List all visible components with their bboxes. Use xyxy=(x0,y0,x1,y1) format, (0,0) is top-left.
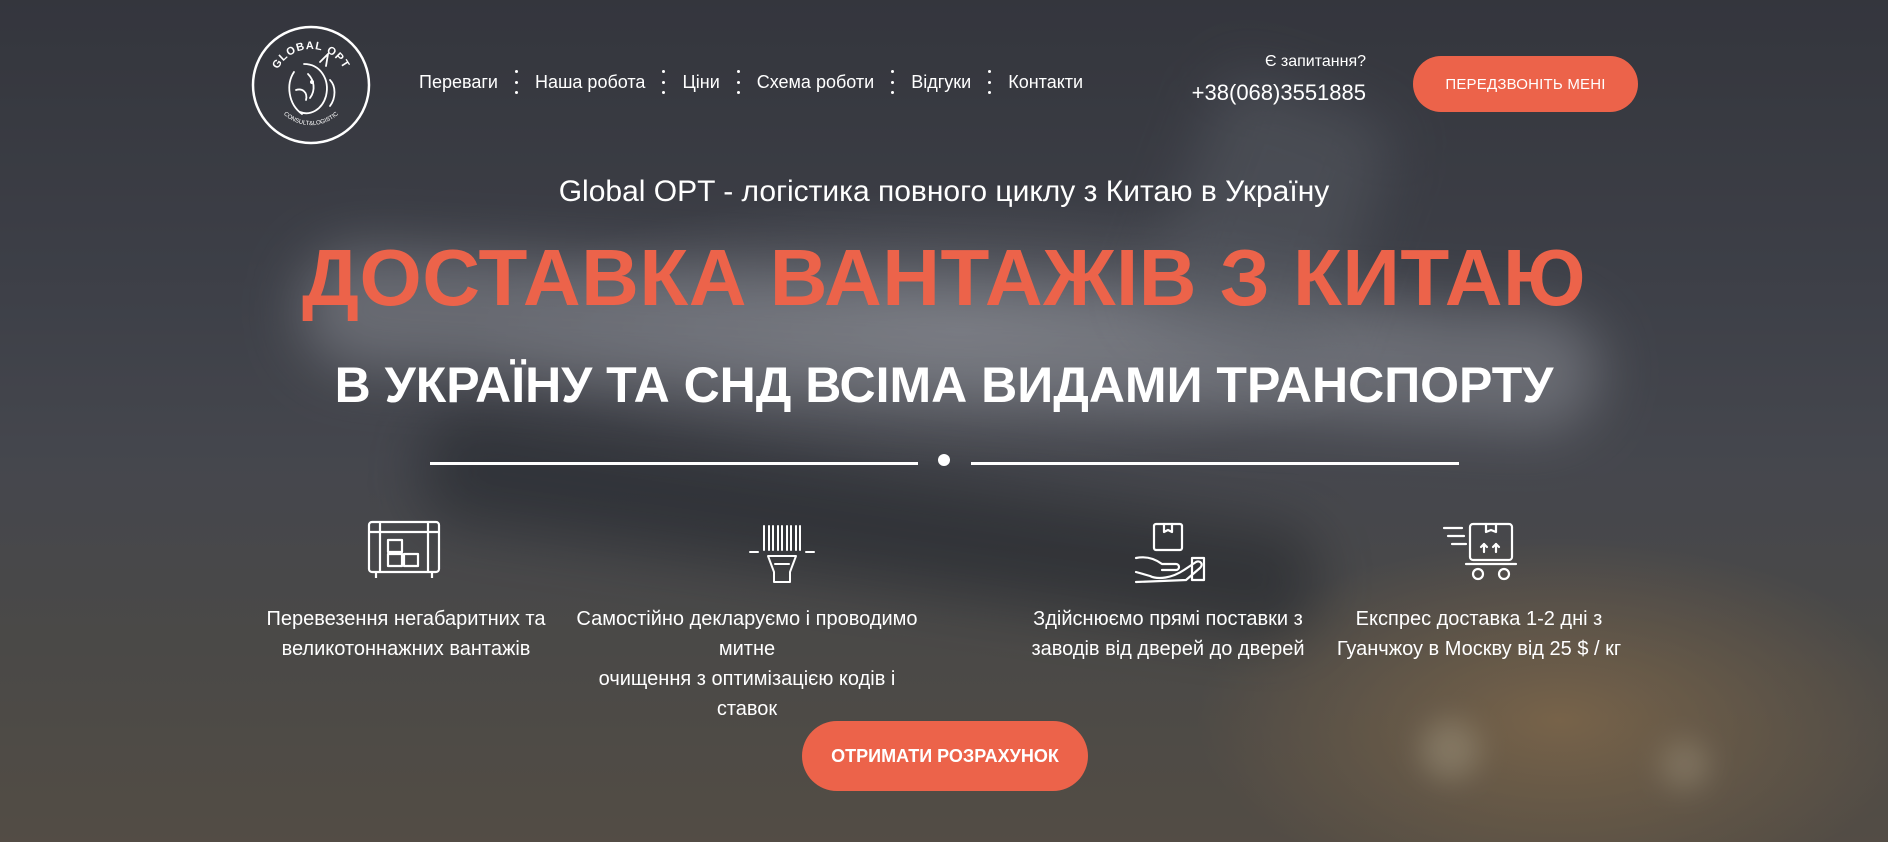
nav-item-our-work[interactable]: Наша робота xyxy=(535,72,645,93)
nav-separator xyxy=(891,70,895,94)
feature-text-line: Експрес доставка 1-2 дні з xyxy=(1355,608,1603,630)
divider-line-left xyxy=(430,462,918,465)
feature-text-line: Здійснюємо прямі поставки з xyxy=(1033,608,1303,630)
divider-line-right xyxy=(971,462,1459,465)
oversized-cargo-icon xyxy=(367,520,441,578)
feature-text-line: очищення з оптимізацією кодів і ставок xyxy=(598,668,896,720)
nav-item-prices[interactable]: Ціни xyxy=(682,72,719,93)
barcode-scanner-icon xyxy=(749,525,815,583)
nav-separator xyxy=(736,70,740,94)
phone-number[interactable]: +38(068)3551885 xyxy=(1192,80,1366,106)
nav-separator xyxy=(988,70,992,94)
feature-text-line: великотоннажних вантажів xyxy=(281,638,531,660)
nav-item-contacts[interactable]: Контакти xyxy=(1008,72,1083,93)
hero-title: ДОСТАВКА ВАНТАЖІВ З КИТАЮ xyxy=(302,233,1586,322)
nav-item-workflow[interactable]: Схема роботи xyxy=(757,72,874,93)
question-label: Є запитання? xyxy=(1264,53,1366,70)
feature-oversized-cargo: Перевезення негабаритних та великотоннаж… xyxy=(241,604,571,664)
global-opt-logo[interactable]: GLOBAL OPT CONSULT&LOGISTIC xyxy=(250,24,372,146)
feature-customs: Самостійно декларуємо і проводимо митне … xyxy=(567,604,927,724)
svg-text:GLOBAL OPT: GLOBAL OPT xyxy=(270,40,352,71)
nav-item-advantages[interactable]: Переваги xyxy=(419,72,498,93)
hand-box-icon xyxy=(1134,522,1206,584)
divider-dot xyxy=(938,454,950,466)
feature-text-line: Самостійно декларуємо і проводимо митне xyxy=(576,608,918,660)
nav-separator xyxy=(514,70,518,94)
feature-express-delivery: Експрес доставка 1-2 дні з Гуанчжоу в Мо… xyxy=(1314,604,1644,664)
main-nav: Переваги Наша робота Ціни Схема роботи В… xyxy=(419,70,1083,94)
nav-item-reviews[interactable]: Відгуки xyxy=(911,72,971,93)
logo-text-top: GLOBAL OPT xyxy=(270,40,351,71)
get-quote-button[interactable]: ОТРИМАТИ РОЗРАХУНОК xyxy=(802,721,1088,791)
express-delivery-icon xyxy=(1442,522,1518,581)
feature-text-line: Перевезення негабаритних та xyxy=(266,608,546,630)
nav-separator xyxy=(662,70,666,94)
feature-text-line: заводів від дверей до дверей xyxy=(1031,638,1305,660)
hero-subtitle: Global OPT - логістика повного циклу з К… xyxy=(558,175,1330,208)
hero-title-secondary: В УКРАЇНУ ТА СНД ВСІМА ВИДАМИ ТРАНСПОРТУ xyxy=(334,357,1554,413)
feature-text-line: Гуанчжоу в Москву від 25 $ / кг xyxy=(1336,638,1622,660)
feature-direct-supply: Здійснюємо прямі поставки з заводів від … xyxy=(1003,604,1333,664)
callback-button[interactable]: ПЕРЕДЗВОНІТЬ МЕНІ xyxy=(1413,56,1638,112)
